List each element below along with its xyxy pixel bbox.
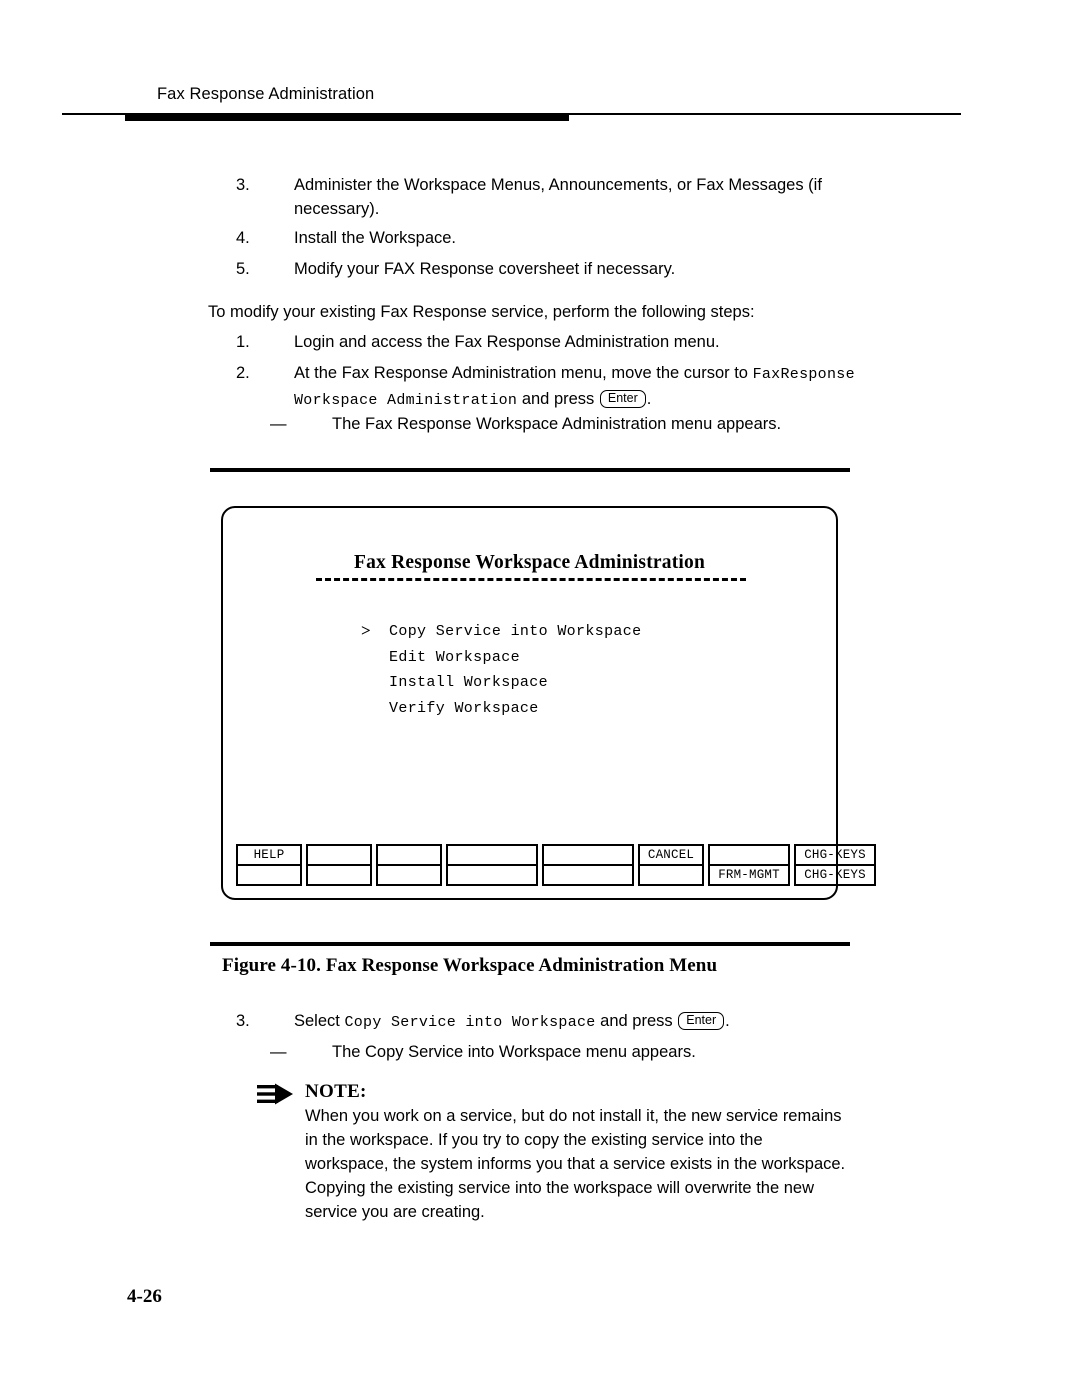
function-key-chg-keys[interactable]: CHG-KEYS CHG-KEYS — [794, 844, 876, 886]
function-key-bottom-label: FRM-MGMT — [718, 868, 780, 882]
header-rule-thick — [125, 113, 569, 121]
list-item: — The Fax Response Workspace Administrat… — [270, 412, 870, 436]
function-key-bar: HELP CANCEL FRM-MGMT CHG-KEYS CHG-KEYS — [236, 844, 876, 886]
step2-text-middle: and press — [517, 390, 599, 408]
em-dash-marker: — — [270, 415, 287, 433]
list-item-text: Install the Workspace. — [294, 229, 457, 247]
terminal-screen-figure: Fax Response Workspace Administration > … — [221, 506, 876, 900]
list-item: 3. Administer the Workspace Menus, Annou… — [236, 173, 856, 221]
list-item: 5. Modify your FAX Response coversheet i… — [236, 257, 856, 281]
figure-rule-bottom — [210, 942, 850, 946]
function-key-top-label — [308, 846, 370, 866]
step3-mono-part: Copy Service into Workspace — [344, 1014, 596, 1031]
list-item-number: 3. — [236, 176, 250, 194]
list-item: 1. Login and access the Fax Response Adm… — [236, 330, 856, 354]
function-key-bottom-label — [378, 866, 440, 884]
function-key-top-label — [544, 846, 632, 866]
function-key-bottom-label: CHG-KEYS — [804, 868, 866, 882]
function-key-4[interactable] — [446, 844, 538, 886]
function-key-bottom-label — [448, 866, 536, 884]
em-dash-marker: — — [270, 1043, 287, 1061]
function-key-cancel[interactable]: CANCEL — [638, 844, 704, 886]
menu-item-label: Copy Service into Workspace — [389, 623, 642, 640]
list-item-number: 2. — [236, 364, 250, 382]
list-item-text: At the Fax Response Administration menu,… — [294, 361, 866, 413]
list-item-number: 5. — [236, 260, 250, 278]
intro-paragraph: To modify your existing Fax Response ser… — [208, 303, 755, 321]
function-key-top-label — [448, 846, 536, 866]
list-item: — The Copy Service into Workspace menu a… — [270, 1040, 870, 1064]
step2-mono-part1: Fax — [752, 366, 781, 383]
list-item-text: Administer the Workspace Menus, Announce… — [294, 176, 822, 218]
function-key-5[interactable] — [542, 844, 634, 886]
enter-key-glyph: Enter — [678, 1012, 725, 1030]
step2-text-after: . — [646, 390, 652, 408]
list-item: 3. Select Copy Service into Workspace an… — [236, 1009, 866, 1035]
function-key-help[interactable]: HELP — [236, 844, 302, 886]
step2-text-before: At the Fax Response Administration menu,… — [294, 364, 753, 382]
enter-key-glyph: Enter — [599, 390, 646, 408]
screen-title: Fax Response Workspace Administration — [353, 552, 706, 573]
note-arrow-icon — [257, 1083, 293, 1105]
function-key-frm-mgmt[interactable]: FRM-MGMT — [708, 844, 790, 886]
list-item-text: Modify your FAX Response coversheet if n… — [294, 260, 676, 278]
list-item-number: 4. — [236, 229, 250, 247]
function-key-bottom-label — [238, 866, 300, 884]
list-item-text: The Fax Response Workspace Administratio… — [332, 415, 782, 433]
menu-item-label: Install Workspace — [389, 674, 548, 691]
list-item: 2. At the Fax Response Administration me… — [236, 361, 866, 413]
menu-item-label: Verify Workspace — [389, 699, 539, 717]
running-header: Fax Response Administration — [157, 85, 375, 103]
step3-text-before: Select — [294, 1012, 345, 1030]
page-number: 4-26 — [127, 1286, 162, 1307]
function-key-top-label: CANCEL — [640, 846, 702, 866]
function-key-top-label: CHG-KEYS — [796, 846, 874, 866]
menu-item-label: Edit Workspace — [389, 648, 520, 666]
step3-text-middle: and press — [595, 1012, 678, 1030]
note-body: When you work on a service, but do not i… — [305, 1107, 846, 1221]
function-key-bottom-label — [640, 866, 702, 884]
function-key-bottom-label — [544, 866, 632, 884]
list-item-text: Login and access the Fax Response Admini… — [294, 333, 720, 351]
figure-caption: Figure 4-10. Fax Response Workspace Admi… — [222, 955, 718, 976]
document-page: Fax Response Administration 3. Administe… — [0, 0, 1080, 1397]
list-item-text: Select Copy Service into Workspace and p… — [294, 1009, 866, 1035]
list-item-text: The Copy Service into Workspace menu app… — [332, 1043, 696, 1061]
list-item-number: 1. — [236, 333, 250, 351]
function-key-top-label — [378, 846, 440, 866]
list-item: 4. Install the Workspace. — [236, 226, 856, 250]
function-key-bottom-label — [308, 866, 370, 884]
function-key-3[interactable] — [376, 844, 442, 886]
function-key-top-label: HELP — [238, 846, 300, 866]
menu-cursor-icon: > — [361, 621, 371, 640]
function-key-2[interactable] — [306, 844, 372, 886]
screen-title-underline — [316, 578, 746, 581]
step3-text-after: . — [725, 1012, 730, 1030]
list-item-number: 3. — [236, 1012, 250, 1030]
note-label: NOTE: — [305, 1081, 367, 1102]
figure-rule-top — [210, 468, 850, 472]
function-key-top-label — [710, 846, 788, 866]
